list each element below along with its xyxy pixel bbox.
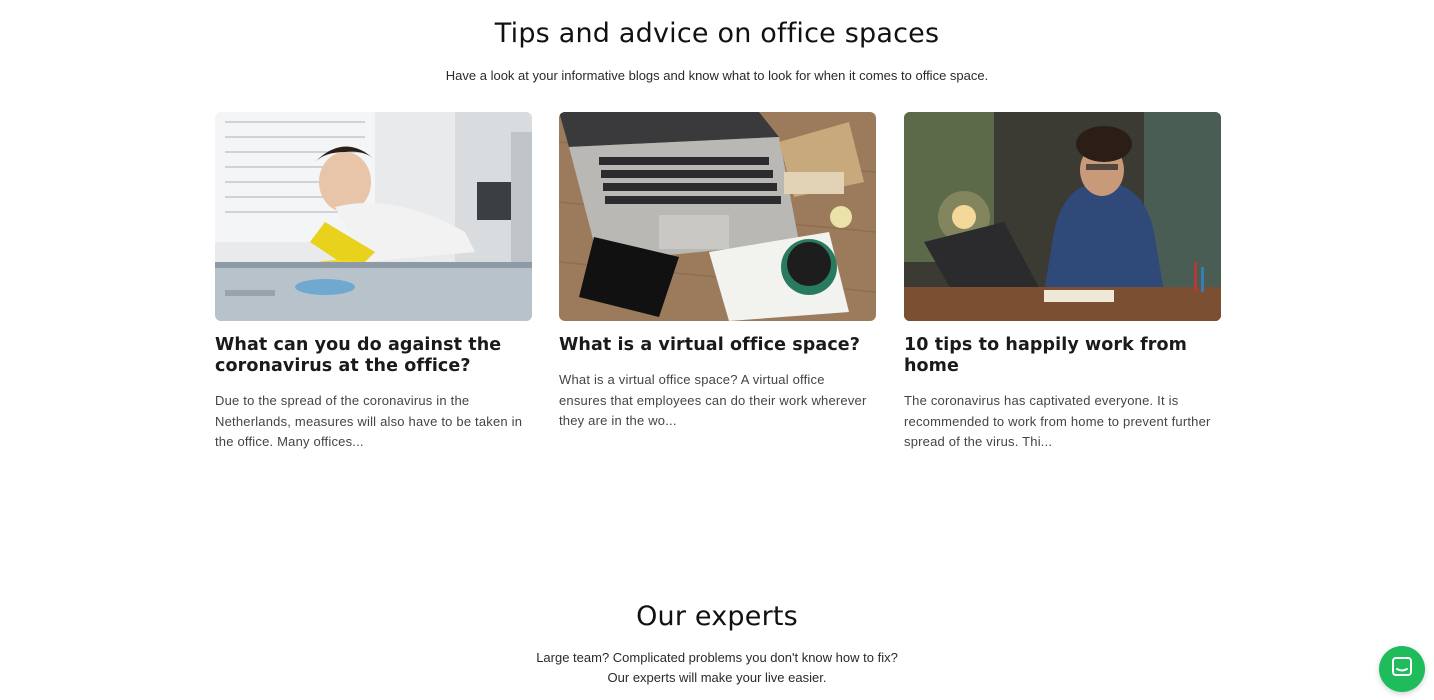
blog-card-title[interactable]: What is a virtual office space? [559,335,876,356]
page: Tips and advice on office spaces Have a … [0,0,1434,700]
blog-card-image-cleaning[interactable] [215,112,532,321]
blog-card-excerpt: What is a virtual office space? A virtua… [559,372,867,428]
blog-card-image-home-office[interactable] [904,112,1221,321]
chat-launcher-button[interactable] [1379,646,1425,692]
blog-card-excerpt: Due to the spread of the coronavirus in … [215,393,523,449]
tips-section-title: Tips and advice on office spaces [494,18,940,49]
blog-card[interactable]: What can you do against the coronavirus … [215,112,532,453]
blog-card[interactable]: What is a virtual office space? What is … [559,112,876,432]
experts-subtitle-line1: Large team? Complicated problems you don… [536,650,898,665]
experts-section-title: Our experts [636,601,798,632]
experts-section-subtitle: Large team? Complicated problems you don… [0,648,1434,688]
tips-section-subtitle: Have a look at your informative blogs an… [445,68,989,83]
experts-subtitle-line2: Our experts will make your live easier. [607,670,827,685]
blog-card-title[interactable]: What can you do against the coronavirus … [215,335,532,377]
blog-card-excerpt: The coronavirus has captivated everyone.… [904,393,1211,449]
blog-card-title[interactable]: 10 tips to happily work from home [904,335,1221,377]
blog-card[interactable]: 10 tips to happily work from home The co… [904,112,1221,453]
chat-icon [1390,655,1414,684]
blog-card-image-laptop[interactable] [559,112,876,321]
blog-card-list: What can you do against the coronavirus … [215,112,1221,462]
